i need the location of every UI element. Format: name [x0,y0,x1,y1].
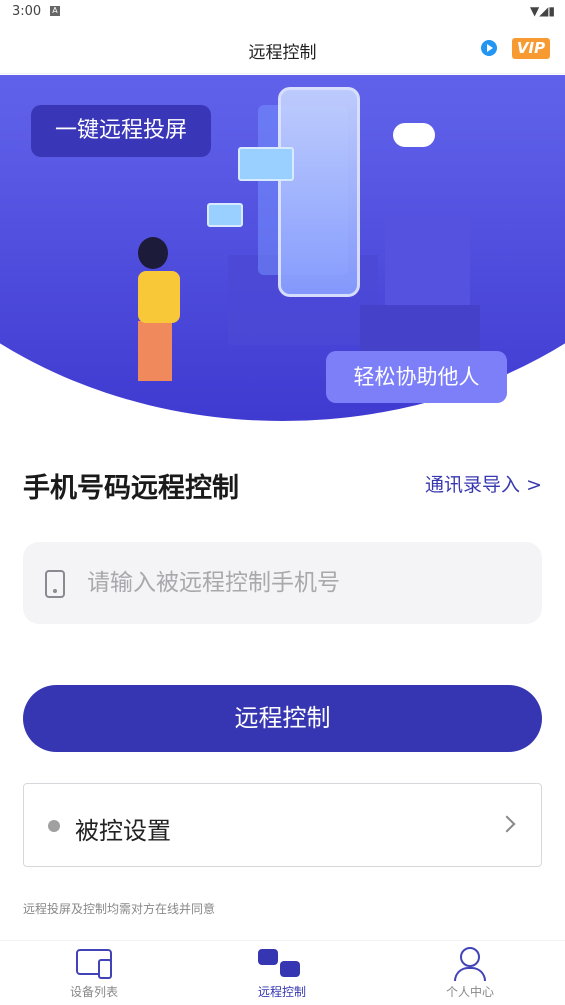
illustration-person [138,271,180,323]
chevron-right-icon [498,815,516,833]
play-icon[interactable] [481,40,497,56]
app-header: 远程控制 VIP [0,24,565,74]
message-card [207,203,243,227]
status-dot [48,820,60,832]
signal-battery-icons: ▼◢▮ [529,4,555,18]
remote-control-icon [280,961,300,977]
page-title: 远程控制 [248,43,317,63]
tab-remote-control[interactable]: 远程控制 [188,941,376,1005]
consent-note: 远程投屏及控制均需对方在线并同意 [23,902,216,916]
hero-banner: 一键远程投屏 轻松协助他人 [0,75,565,421]
tab-label: 个人中心 [445,985,494,999]
banner-tag-left: 一键远程投屏 [31,105,211,157]
tab-profile[interactable]: 个人中心 [376,941,564,1005]
notification-icon: A [50,6,60,16]
user-icon [460,947,480,967]
controlled-settings-label: 被控设置 [75,817,171,845]
vip-badge[interactable]: VIP [512,38,550,59]
illustration-person [138,237,168,269]
tab-label: 设备列表 [69,985,118,999]
tab-label: 远程控制 [257,985,306,999]
status-time: 3:00 [12,4,42,19]
contacts-import-link[interactable]: 通讯录导入 > [425,470,542,497]
phone-input-field[interactable] [23,542,542,624]
banner-tag-right: 轻松协助他人 [326,351,507,403]
user-icon [454,967,486,981]
section-title: 手机号码远程控制 [23,473,239,504]
message-card [238,147,294,181]
phone-input[interactable] [87,542,527,624]
illustration-phone [278,87,360,297]
remote-control-icon [258,949,278,965]
phone-icon [45,570,65,598]
remote-control-button[interactable]: 远程控制 [23,685,542,752]
tab-devices[interactable]: 设备列表 [0,941,188,1005]
illustration-person [138,321,172,381]
status-bar: 3:00 A ▼◢▮ [0,0,565,24]
bottom-tab-bar: 设备列表 远程控制 个人中心 [0,940,565,1004]
cloud-icon [393,123,435,147]
controlled-settings-row[interactable]: 被控设置 [23,783,542,867]
devices-icon [98,959,112,979]
